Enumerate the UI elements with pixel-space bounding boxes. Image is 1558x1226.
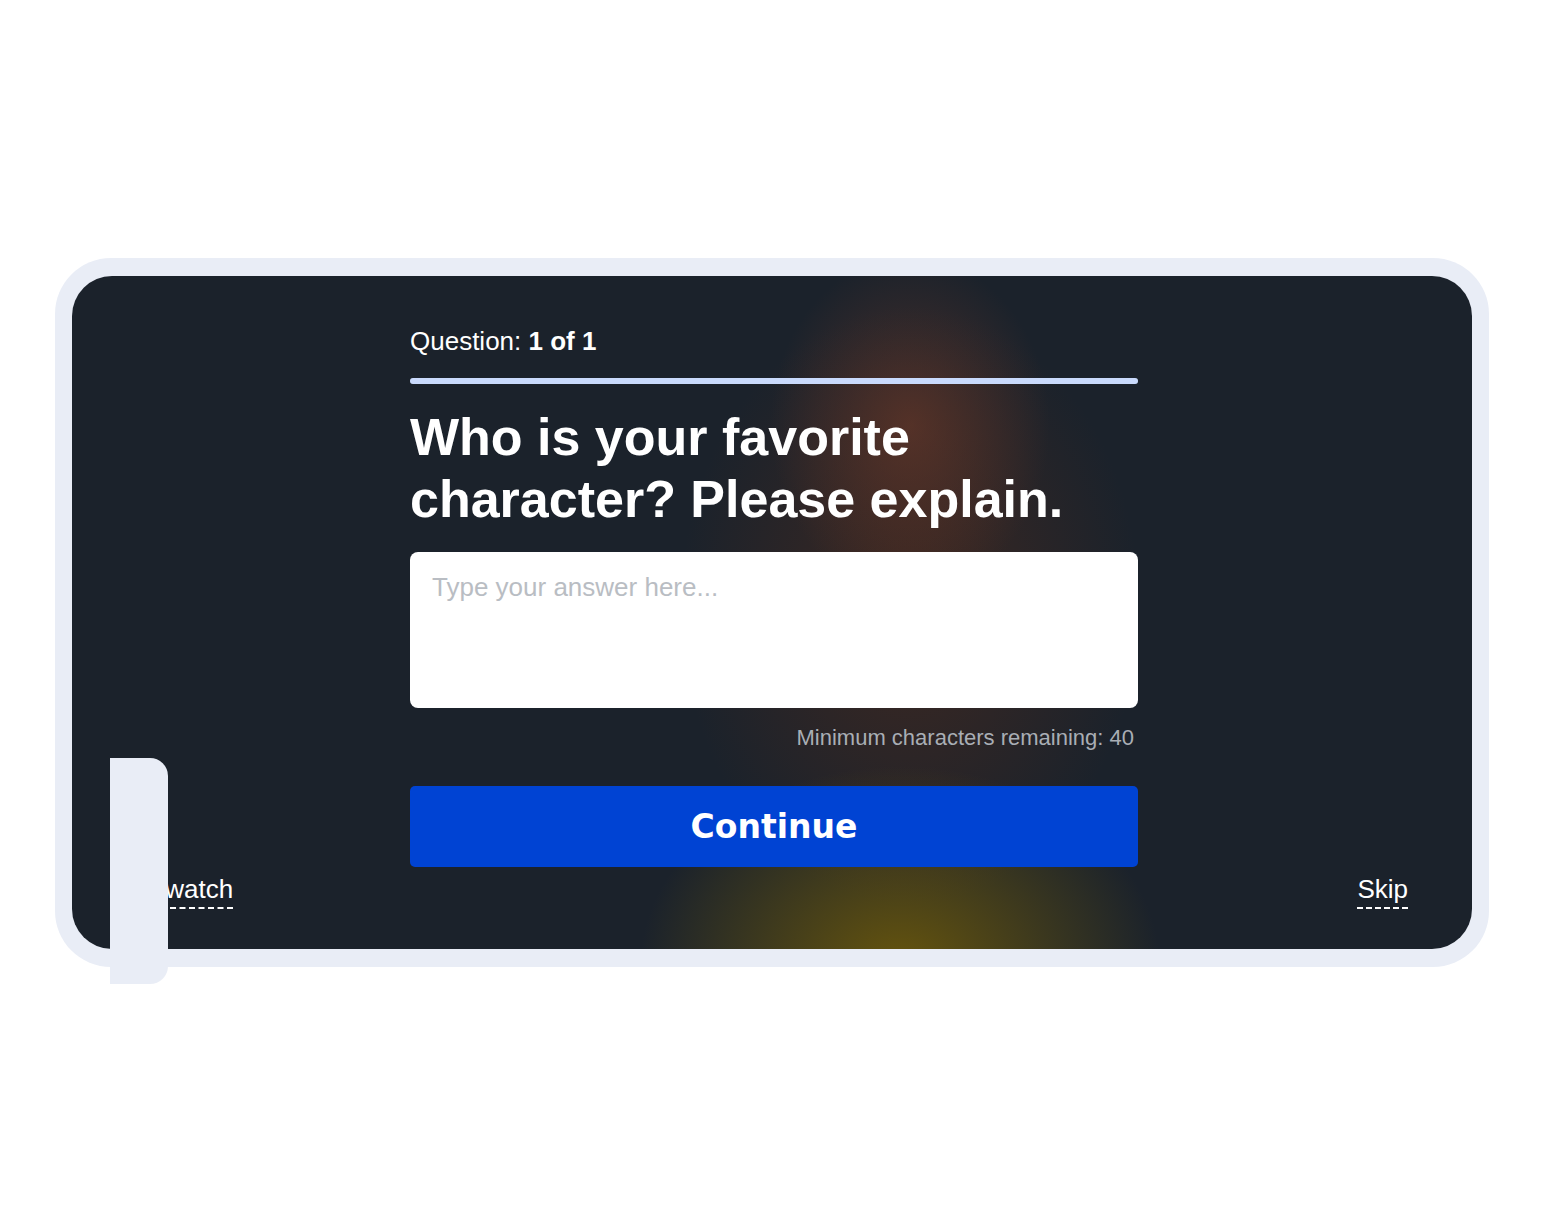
question-label: Question: bbox=[410, 326, 521, 356]
question-panel: Question: 1 of 1 Who is your favorite cha… bbox=[410, 326, 1138, 867]
continue-button[interactable]: Continue bbox=[410, 786, 1138, 867]
video-screen: Question: 1 of 1 Who is your favorite cha… bbox=[72, 276, 1472, 949]
question-counter: Question: 1 of 1 bbox=[410, 326, 1138, 356]
footer-links: RewatchSkip bbox=[72, 867, 1472, 909]
skip-link[interactable]: Skip bbox=[1357, 873, 1408, 909]
phone-frame: Question: 1 of 1 Who is your favorite cha… bbox=[55, 258, 1489, 967]
progress-track bbox=[410, 378, 1138, 384]
answer-input[interactable] bbox=[410, 552, 1138, 708]
character-counter: Minimum characters remaining: 40 bbox=[410, 724, 1138, 752]
question-count: 1 of 1 bbox=[529, 326, 597, 356]
phone-notch bbox=[110, 758, 168, 984]
progress-fill bbox=[410, 378, 1138, 384]
question-title: Who is your favorite character? Please e… bbox=[410, 406, 1138, 530]
